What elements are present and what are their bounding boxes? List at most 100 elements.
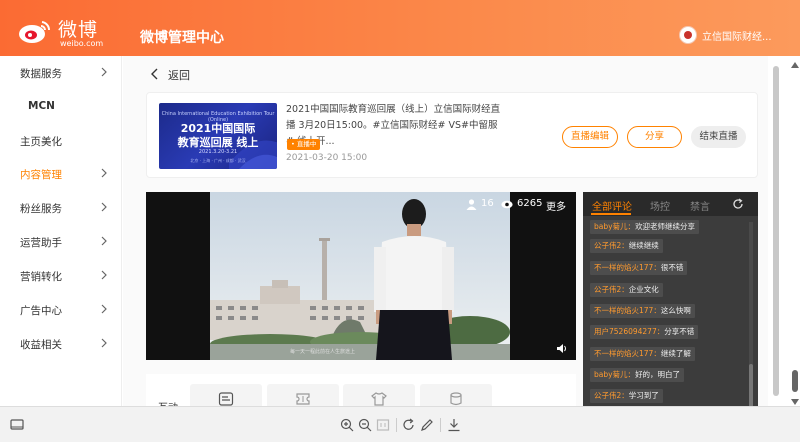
sidebar-item-data-service[interactable]: 数据服务: [0, 62, 122, 84]
sidebar-item-label: 内容管理: [20, 169, 62, 181]
comment-item[interactable]: 公子伟2：学习到了: [590, 389, 663, 403]
outer-scrollbar-thumb[interactable]: [792, 370, 798, 392]
screen-icon[interactable]: [10, 418, 24, 432]
refresh-icon[interactable]: [732, 198, 744, 210]
comment-item[interactable]: 不一样的焰火177：很不错: [590, 261, 688, 275]
download-icon[interactable]: [447, 418, 461, 432]
eye-icon: [501, 200, 513, 209]
video-player[interactable]: 16 6265 更多 每一天一程此前在人生旅途上: [146, 192, 576, 360]
comment-text: 好的，明白了: [635, 370, 681, 379]
comment-user: 不一样的焰火177：: [594, 349, 661, 358]
tab-muted[interactable]: 禁言: [690, 198, 710, 213]
video-stats: 16 6265 更多: [466, 198, 566, 213]
page-scrollbar[interactable]: [770, 56, 800, 406]
more-button[interactable]: 更多: [546, 198, 566, 213]
comment-text: 继续继续: [628, 241, 659, 250]
sidebar-item-label: 收益相关: [20, 339, 62, 351]
thumbnail-title-line2: 教育巡回展 线上: [177, 136, 259, 149]
pencil-icon[interactable]: [420, 418, 434, 432]
logo-domain: weibo.com: [60, 39, 104, 48]
user-icon: [466, 199, 477, 210]
chevron-right-icon: [101, 270, 107, 280]
panel-tabs: 全部评论 场控 禁言: [583, 192, 758, 216]
weibo-logo[interactable]: 微博 weibo.com: [14, 12, 124, 48]
status-badge: • 直播中: [287, 139, 321, 150]
panel-scrollbar-thumb[interactable]: [749, 364, 753, 410]
chevron-right-icon: [101, 236, 107, 246]
chevron-right-icon: [101, 338, 107, 348]
live-date: 2021-03-20 15:00: [286, 153, 368, 163]
toolbar-divider: [396, 418, 397, 432]
comment-user: baby菊儿：: [594, 370, 636, 379]
shirt-icon: [371, 392, 387, 406]
chevron-right-icon: [101, 304, 107, 314]
sidebar-item-revenue[interactable]: 收益相关: [0, 333, 122, 355]
comment-item[interactable]: 不一样的焰火177：这么快啊: [590, 304, 695, 318]
tab-all-comments[interactable]: 全部评论: [592, 198, 632, 213]
chevron-right-icon: [101, 202, 107, 212]
back-button[interactable]: 返回: [150, 64, 210, 84]
scroll-up-icon[interactable]: [791, 62, 799, 68]
comment-user: 不一样的焰火177：: [594, 263, 661, 272]
user-name: 立信国际财经...: [702, 32, 772, 43]
weibo-eye-icon: [19, 21, 51, 43]
share-button[interactable]: 分享: [627, 126, 682, 148]
sidebar-item-fans[interactable]: 粉丝服务: [0, 197, 122, 219]
comment-item[interactable]: 用户7526094277：分享不错: [590, 325, 699, 339]
actual-size-icon[interactable]: [376, 418, 390, 432]
chevron-right-icon: [101, 168, 107, 178]
live-thumbnail[interactable]: China International Education Exhibition…: [159, 103, 277, 169]
sidebar-item-homepage[interactable]: 主页美化: [0, 130, 122, 152]
tab-moderators[interactable]: 场控: [650, 198, 670, 213]
sidebar-item-ads[interactable]: 广告中心: [0, 299, 122, 321]
comment-user: 公子伟2：: [594, 391, 629, 400]
rotate-icon[interactable]: [402, 418, 416, 432]
back-label: 返回: [168, 69, 190, 82]
thumbnail-date: 2021.3.20-3.21: [198, 149, 238, 155]
comments-panel: 全部评论 场控 禁言 baby菊儿：欢迎老师继续分享 公子伟2：继续继续 不一样…: [583, 192, 758, 410]
page-scrollbar-thumb[interactable]: [773, 66, 779, 396]
zoom-out-icon[interactable]: [358, 418, 372, 432]
note-icon: [218, 392, 234, 406]
edit-live-button[interactable]: 直播编辑: [562, 126, 618, 148]
sidebar-item-label: 主页美化: [20, 136, 62, 148]
user-menu[interactable]: 立信国际财经...: [676, 24, 796, 46]
thumbnail-footer: 北京 · 上海 · 广州 · 成都 · 武汉: [190, 158, 246, 163]
sidebar-item-label: 粉丝服务: [20, 203, 62, 215]
comment-text: 分享不错: [664, 327, 695, 336]
viewer-toolbar: [0, 406, 800, 442]
sidebar-item-label: MCN: [28, 100, 55, 112]
comment-user: 用户7526094277：: [594, 327, 665, 336]
volume-icon[interactable]: [556, 343, 568, 354]
logo-text: 微博: [58, 19, 99, 41]
avatar: [679, 26, 697, 44]
toolbar-divider: [440, 418, 441, 432]
comment-text: 这么快啊: [660, 306, 691, 315]
comment-text: 很不错: [660, 263, 684, 272]
zoom-in-icon[interactable]: [340, 418, 354, 432]
comment-user: 公子伟2：: [594, 285, 629, 294]
top-header: 微博 weibo.com 微博管理中心 立信国际财经...: [0, 0, 800, 56]
comment-text: 企业文化: [628, 285, 659, 294]
comment-item[interactable]: baby菊儿：好的，明白了: [590, 368, 685, 382]
comment-item[interactable]: 公子伟2：继续继续: [590, 239, 663, 253]
comment-item[interactable]: 公子伟2：企业文化: [590, 283, 663, 297]
end-live-button[interactable]: 结束直播: [691, 126, 746, 148]
sidebar-item-label: 运营助手: [20, 237, 62, 249]
sidebar-item-mcn[interactable]: MCN: [0, 96, 122, 118]
sidebar-item-ops[interactable]: 运营助手: [0, 231, 122, 253]
live-info-card: China International Education Exhibition…: [146, 92, 758, 178]
sidebar-item-content[interactable]: 内容管理: [0, 163, 122, 185]
view-count: 6265: [517, 198, 543, 209]
app-window: 微博 weibo.com 微博管理中心 立信国际财经... 数据服务 MCN 主…: [0, 0, 800, 442]
page-title: 微博管理中心: [140, 30, 224, 46]
sidebar-item-marketing[interactable]: 营销转化: [0, 265, 122, 287]
sidebar-item-label: 数据服务: [20, 68, 62, 80]
sidebar: 数据服务 MCN 主页美化 内容管理 粉丝服务 运营助手 营销转化 广告中心 收…: [0, 56, 122, 406]
database-icon: [450, 392, 462, 406]
comment-item[interactable]: 不一样的焰火177：继续了解: [590, 347, 695, 361]
panel-scrollbar[interactable]: [749, 222, 753, 410]
comment-text: 继续了解: [660, 349, 691, 358]
comment-item[interactable]: baby菊儿：欢迎老师继续分享: [590, 220, 700, 234]
scroll-down-icon[interactable]: [791, 399, 799, 405]
